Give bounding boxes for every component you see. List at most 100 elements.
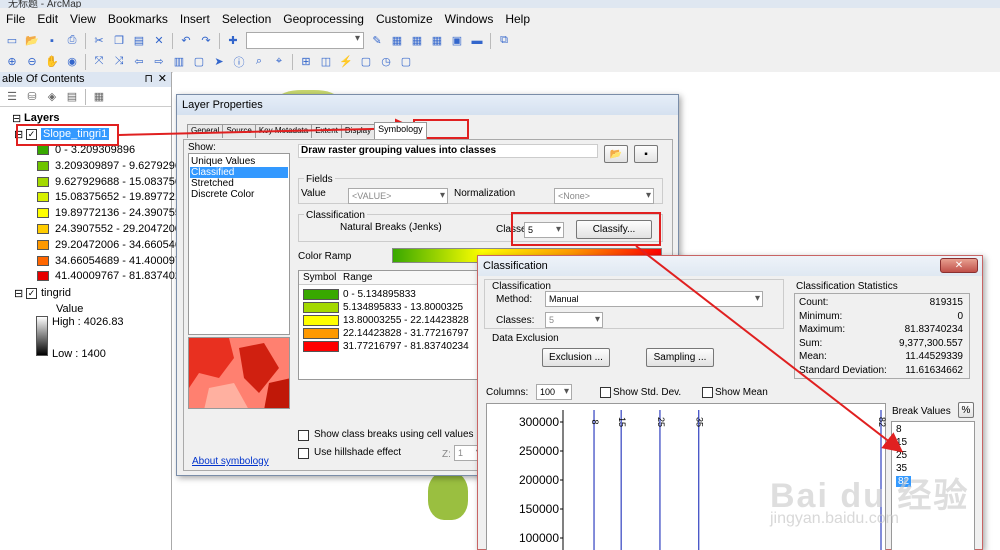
fixed-zoom-out-icon[interactable]: ⤨: [111, 54, 127, 70]
menu-view[interactable]: View: [64, 9, 102, 29]
class-symbol-swatch[interactable]: [303, 315, 339, 326]
legend-swatch[interactable]: [37, 239, 49, 250]
legend-swatch[interactable]: [37, 192, 49, 203]
back-icon[interactable]: ⇦: [131, 54, 147, 70]
find-icon[interactable]: ⌕: [251, 54, 267, 70]
method-dropdown[interactable]: Manual: [545, 291, 763, 307]
delete-icon[interactable]: ✕: [151, 33, 167, 49]
save-icon[interactable]: ▪: [44, 33, 60, 49]
copy-icon[interactable]: ❐: [111, 33, 127, 49]
tab-source[interactable]: Source: [222, 124, 256, 138]
pin-icon[interactable]: ⊓: [144, 72, 153, 87]
layers-group-label[interactable]: Layers: [24, 112, 59, 124]
python-icon[interactable]: ▬: [469, 33, 485, 49]
legend-swatch[interactable]: [37, 224, 49, 234]
hillshade-checkbox[interactable]: [298, 448, 309, 459]
menu-windows[interactable]: Windows: [439, 9, 500, 29]
legend-swatch[interactable]: [37, 145, 49, 155]
arctoolbox-icon[interactable]: ▣: [449, 33, 465, 49]
layer-visibility-checkbox[interactable]: ✓: [26, 288, 37, 299]
tab-display[interactable]: Display: [340, 124, 376, 138]
close-icon[interactable]: ✕: [158, 72, 167, 87]
menu-selection[interactable]: Selection: [216, 9, 277, 29]
tab-general[interactable]: General: [187, 124, 224, 138]
find-route-icon[interactable]: ◫: [318, 54, 334, 70]
menu-help[interactable]: Help: [499, 9, 536, 29]
sampling-button[interactable]: Sampling ...: [646, 348, 714, 367]
add-data-icon[interactable]: ✚: [225, 33, 241, 49]
zoom-in-icon[interactable]: ⊕: [4, 54, 20, 70]
layer-expander-icon[interactable]: ⊟: [14, 287, 23, 300]
catalog-icon[interactable]: ▦: [409, 33, 425, 49]
legend-swatch[interactable]: [37, 160, 49, 171]
percent-button[interactable]: %: [958, 402, 974, 418]
list-by-selection-icon[interactable]: ▤: [64, 89, 80, 105]
list-by-source-icon[interactable]: ⛁: [24, 89, 40, 105]
range-column-header[interactable]: Range: [343, 272, 372, 283]
elevation-gradient-swatch[interactable]: [36, 316, 48, 356]
forward-icon[interactable]: ⇨: [151, 54, 167, 70]
value-field-dropdown[interactable]: <VALUE>: [348, 188, 448, 204]
tab-symbology[interactable]: Symbology: [374, 122, 427, 139]
legend-swatch[interactable]: [37, 208, 49, 219]
class-range-label[interactable]: 5.134895833 - 13.8000325: [343, 302, 463, 313]
select-features-icon[interactable]: ▥: [171, 54, 187, 70]
exclusion-button[interactable]: Exclusion ...: [542, 348, 610, 367]
normalization-dropdown[interactable]: <None>: [554, 188, 654, 204]
break-value-item[interactable]: 15: [896, 437, 907, 448]
close-button[interactable]: ✕: [940, 258, 978, 273]
new-icon[interactable]: ▭: [4, 33, 20, 49]
open-icon[interactable]: 📂: [24, 33, 40, 49]
renderer-stretched[interactable]: Stretched: [191, 178, 234, 189]
options-icon[interactable]: ▦: [91, 89, 107, 105]
list-by-visibility-icon[interactable]: ◈: [44, 89, 60, 105]
show-class-breaks-checkbox[interactable]: [298, 430, 309, 441]
menu-edit[interactable]: Edit: [31, 9, 64, 29]
identify-icon[interactable]: ⓘ: [231, 54, 247, 70]
time-slider-icon[interactable]: ◷: [378, 54, 394, 70]
class-range-label[interactable]: 22.14423828 - 31.77216797: [343, 328, 469, 339]
menu-geoprocessing[interactable]: Geoprocessing: [277, 9, 370, 29]
import-button[interactable]: 📂: [604, 145, 628, 163]
show-std-dev-checkbox[interactable]: [600, 387, 611, 398]
renderer-discrete-color[interactable]: Discrete Color: [191, 189, 254, 200]
about-symbology-link[interactable]: About symbology: [192, 456, 269, 467]
redo-icon[interactable]: ↷: [198, 33, 214, 49]
tab-extent[interactable]: Extent: [311, 124, 342, 138]
class-symbol-swatch[interactable]: [303, 289, 339, 300]
legend-swatch[interactable]: [37, 255, 49, 266]
class-symbol-swatch[interactable]: [303, 341, 339, 352]
list-by-drawing-order-icon[interactable]: ☰: [4, 89, 20, 105]
pan-icon[interactable]: ✋: [44, 54, 60, 70]
scale-combo[interactable]: [246, 32, 364, 49]
create-viewer-icon[interactable]: ▢: [398, 54, 414, 70]
show-mean-checkbox[interactable]: [702, 387, 713, 398]
break-value-item[interactable]: 25: [896, 450, 907, 461]
full-extent-icon[interactable]: ◉: [64, 54, 80, 70]
renderer-unique-values[interactable]: Unique Values: [191, 156, 255, 167]
paste-icon[interactable]: ▤: [131, 33, 147, 49]
html-popup-icon[interactable]: ▢: [358, 54, 374, 70]
undo-icon[interactable]: ↶: [178, 33, 194, 49]
hyperlink-icon[interactable]: ⚡: [338, 54, 354, 70]
class-symbol-swatch[interactable]: [303, 302, 339, 313]
print-icon[interactable]: ⎙: [64, 33, 80, 49]
toc-window-icon[interactable]: ▦: [389, 33, 405, 49]
break-value-item[interactable]: 8: [896, 424, 902, 435]
editor-icon[interactable]: ✎: [369, 33, 385, 49]
columns-input[interactable]: 100: [536, 384, 572, 400]
measure-icon[interactable]: ⊞: [298, 54, 314, 70]
legend-swatch[interactable]: [37, 271, 49, 282]
symbol-column-header[interactable]: Symbol: [303, 272, 336, 283]
class-range-label[interactable]: 13.80003255 - 22.14423828: [343, 315, 469, 326]
renderer-classified[interactable]: Classified: [190, 167, 288, 178]
menu-bookmarks[interactable]: Bookmarks: [102, 9, 174, 29]
cut-icon[interactable]: ✂: [91, 33, 107, 49]
legend-swatch[interactable]: [37, 176, 49, 187]
save-symbology-button[interactable]: ▪: [634, 145, 658, 163]
clear-selection-icon[interactable]: ▢: [191, 54, 207, 70]
zoom-out-icon[interactable]: ⊖: [24, 54, 40, 70]
model-builder-icon[interactable]: ⧉: [496, 33, 512, 49]
class-range-label[interactable]: 31.77216797 - 81.83740234: [343, 341, 469, 352]
class-symbol-swatch[interactable]: [303, 328, 339, 339]
